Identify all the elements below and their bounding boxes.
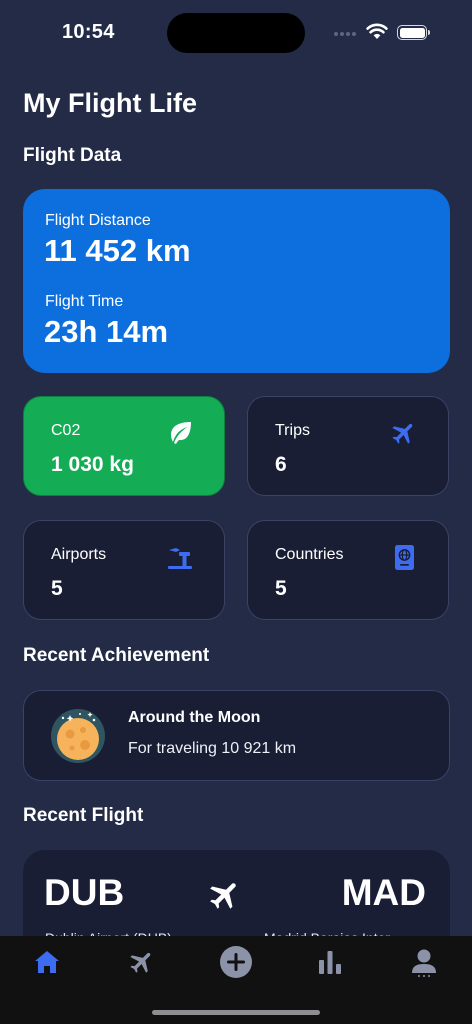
home-icon	[35, 951, 59, 973]
flight-time-value: 23h 14m	[44, 314, 169, 349]
tab-home[interactable]	[17, 942, 77, 982]
trips-label: Trips	[275, 422, 310, 439]
bar-chart-icon	[319, 951, 341, 974]
flight-time-label: Flight Time	[45, 293, 124, 310]
tab-flights[interactable]	[112, 942, 172, 982]
airport-tower-icon	[168, 548, 192, 569]
countries-label: Countries	[275, 546, 344, 563]
cellular-signal-icon	[334, 32, 358, 38]
section-title-recent-flight: Recent Flight	[23, 805, 144, 826]
passport-icon	[395, 545, 414, 570]
destination-code: MAD	[341, 872, 426, 913]
tab-statistics[interactable]	[300, 942, 360, 982]
achievement-card[interactable]: Around the Moon For traveling 10 921 km	[23, 690, 450, 781]
airplane-icon	[392, 423, 413, 444]
section-title-flight-data: Flight Data	[23, 145, 122, 166]
leaf-icon	[171, 422, 191, 444]
profile-icon	[412, 949, 436, 977]
status-time: 10:54	[62, 21, 115, 43]
co2-card[interactable]: C02 1 030 kg	[23, 396, 225, 496]
flight-distance-value: 11 452 km	[44, 233, 191, 268]
moon-icon	[51, 709, 105, 763]
countries-value: 5	[275, 577, 287, 600]
battery-icon	[397, 25, 430, 40]
trips-card[interactable]: Trips 6	[247, 396, 449, 496]
dynamic-island	[167, 13, 305, 53]
trips-value: 6	[275, 453, 287, 476]
airplane-icon	[130, 952, 151, 973]
airports-label: Airports	[51, 546, 107, 563]
flight-distance-label: Flight Distance	[45, 212, 151, 229]
tab-add-flight[interactable]	[206, 942, 266, 982]
origin-code: DUB	[44, 872, 125, 913]
co2-label: C02	[51, 422, 81, 439]
page-title: My Flight Life	[23, 88, 197, 118]
flight-summary-card[interactable]: Flight Distance 11 452 km Flight Time 23…	[23, 189, 450, 373]
airports-value: 5	[51, 577, 63, 600]
airports-card[interactable]: Airports 5	[23, 520, 225, 620]
section-title-recent-achievement: Recent Achievement	[23, 645, 210, 666]
home-indicator	[152, 1010, 320, 1015]
wifi-icon	[366, 23, 388, 39]
airplane-icon	[210, 883, 236, 909]
add-circle-icon	[220, 946, 252, 978]
achievement-description: For traveling 10 921 km	[128, 740, 297, 757]
achievement-title: Around the Moon	[128, 709, 261, 726]
tab-profile[interactable]	[394, 942, 454, 982]
co2-value: 1 030 kg	[51, 453, 134, 476]
countries-card[interactable]: Countries 5	[247, 520, 449, 620]
status-bar: 10:54	[0, 0, 472, 64]
